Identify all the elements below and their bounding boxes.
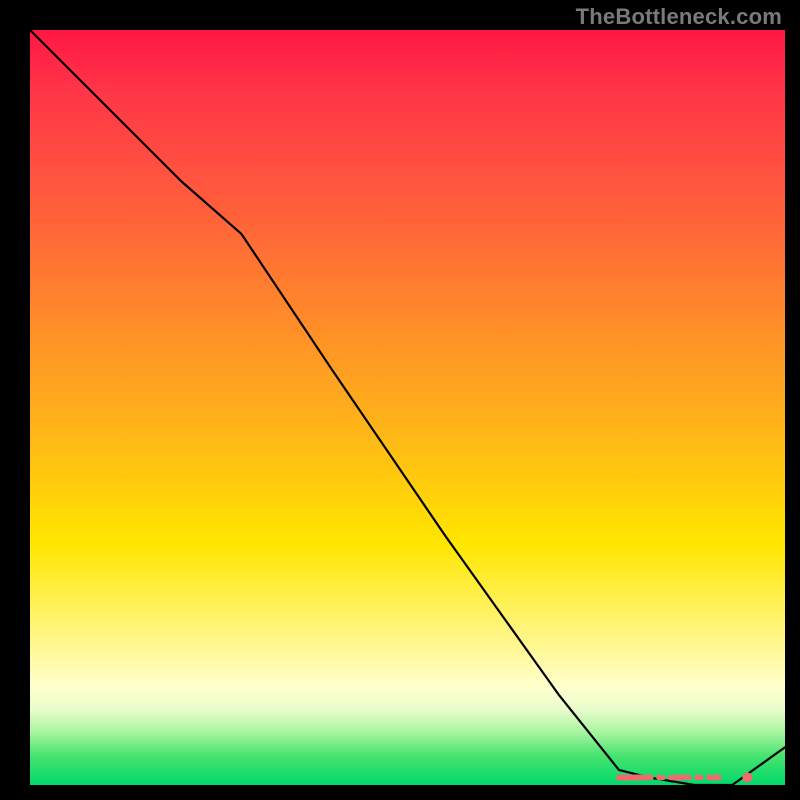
chart-svg — [30, 30, 785, 785]
plot-area — [30, 30, 785, 785]
bottleneck-curve — [30, 30, 785, 785]
optimal-range-end-dot — [742, 773, 752, 783]
watermark-label: TheBottleneck.com — [576, 4, 782, 30]
chart-frame: TheBottleneck.com — [0, 0, 800, 800]
